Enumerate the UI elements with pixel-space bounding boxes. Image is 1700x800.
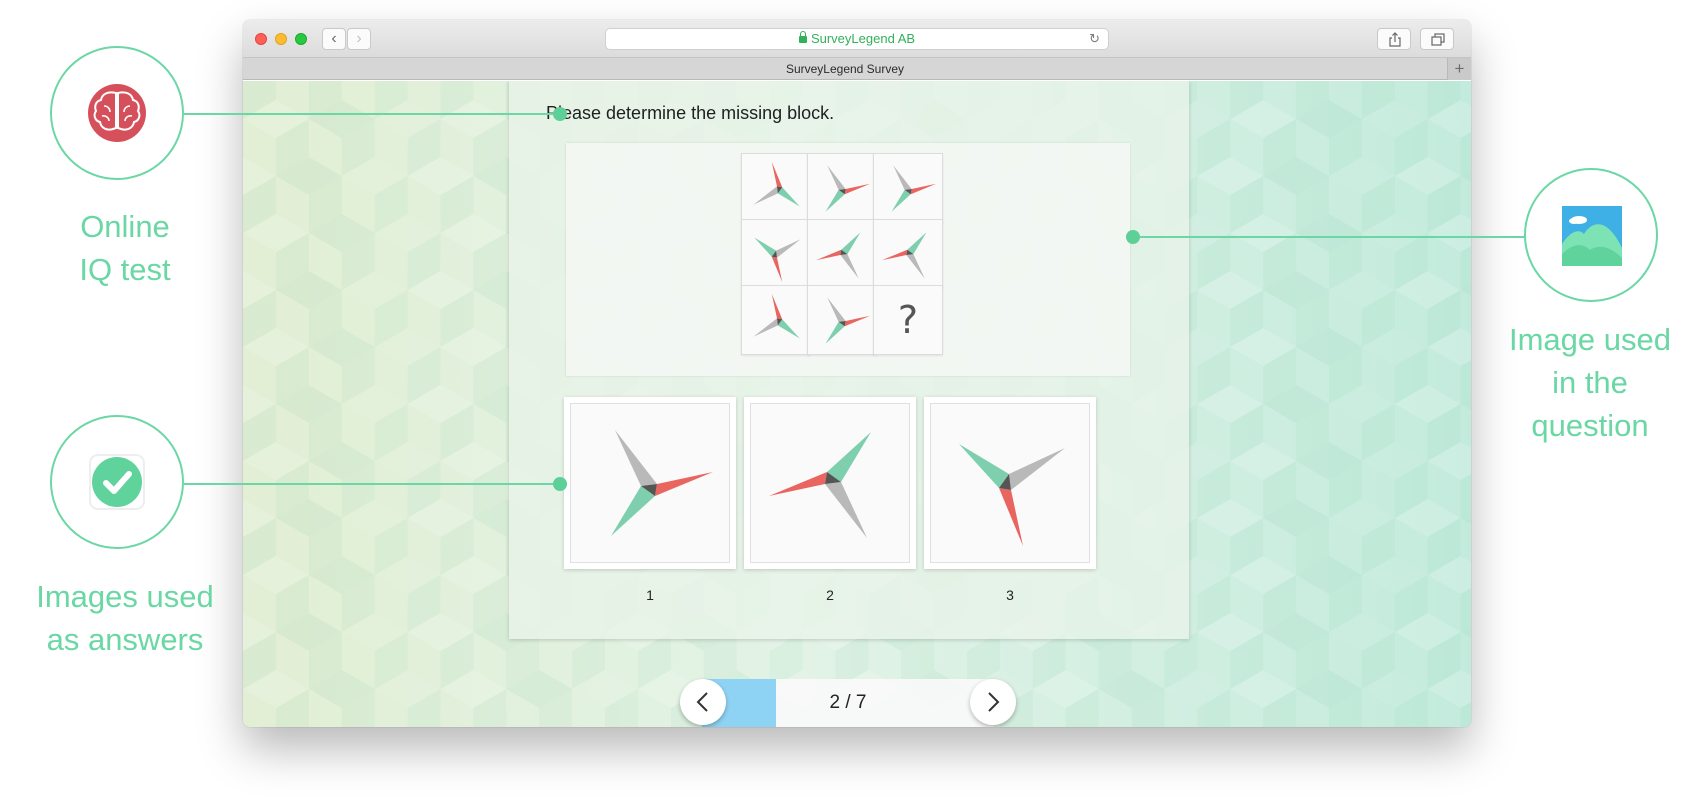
callout-question-image-label: Image used in the question [1509,322,1671,443]
tri-star-icon [754,237,801,283]
answer-option-1[interactable] [564,397,736,569]
callout-connector [184,483,562,485]
question-image: ? [566,143,1130,376]
address-text: SurveyLegend AB [810,31,916,46]
chevron-left-icon [696,692,708,712]
pattern-cell [873,219,943,289]
pattern-cell [807,219,877,289]
tri-star-icon [881,232,927,279]
callout-connector [184,113,562,115]
callout-dot [1126,230,1140,244]
tri-star-icon [611,430,713,536]
chevron-right-icon [988,692,1000,712]
zoom-window-button[interactable] [295,33,307,45]
landscape-image-icon [1562,206,1622,266]
tri-star-icon [825,165,871,212]
callout-answers-label: Images used as answers [36,579,214,657]
back-button[interactable]: ‹ [322,28,346,50]
share-icon [1389,32,1401,47]
tri-star-icon [753,293,800,339]
tri-star-icon [825,297,871,344]
pattern-cell [807,285,877,355]
tri-star-icon [753,161,800,207]
callout-dot [553,477,567,491]
callout-iq-label: Online IQ test [79,209,171,287]
missing-cell: ? [873,285,943,355]
brain-icon [88,84,146,142]
tri-star-icon [769,432,871,538]
pagination: 2 / 7 [678,678,1018,727]
reload-icon[interactable]: ↻ [1089,29,1100,49]
pattern-cell [741,285,811,355]
callout-connector [1140,236,1526,238]
page-counter: 2 / 7 [829,692,867,713]
close-window-button[interactable] [255,33,267,45]
question-text: Please determine the missing block. [546,103,835,123]
pattern-cell [807,153,877,223]
tri-star-icon [815,232,861,279]
tab-survey[interactable]: SurveyLegend Survey [243,58,1447,80]
minimize-window-button[interactable] [275,33,287,45]
new-tab-button[interactable]: + [1447,58,1471,80]
address-bar[interactable]: SurveyLegend AB ↻ [605,28,1109,50]
checkmark-icon [89,454,145,510]
tab-bar: SurveyLegend Survey + [243,58,1471,80]
pattern-cell [873,153,943,223]
previous-button[interactable] [680,679,726,725]
show-tabs-button[interactable] [1420,28,1454,50]
answer-image [930,403,1090,563]
answer-option-3[interactable] [924,397,1096,569]
answer-image [570,403,730,563]
share-button[interactable] [1377,28,1411,50]
answer-label: 3 [1006,587,1014,603]
callout-dot [553,107,567,121]
pattern-cell [741,153,811,223]
callout-question-image-badge [1524,168,1658,302]
missing-block-mark: ? [897,298,919,342]
question-card: Please determine the missing block. ? 1 … [509,81,1189,639]
answer-image [750,403,910,563]
answer-option-2[interactable] [744,397,916,569]
browser-window: ‹ › SurveyLegend AB ↻ SurveyLegend Surve… [243,20,1471,727]
next-button[interactable] [970,679,1016,725]
tri-star-icon [891,165,937,212]
callout-iq-badge [50,46,184,180]
callout-answers-badge [50,415,184,549]
lock-icon [798,31,807,43]
tabs-icon [1431,33,1445,46]
browser-toolbar: ‹ › SurveyLegend AB ↻ [243,20,1471,58]
tri-star-icon [959,444,1065,546]
pattern-cell [741,219,811,289]
answer-label: 1 [646,587,654,603]
page-content: Please determine the missing block. ? 1 … [243,81,1471,727]
forward-button[interactable]: › [347,28,371,50]
answer-label: 2 [826,587,834,603]
